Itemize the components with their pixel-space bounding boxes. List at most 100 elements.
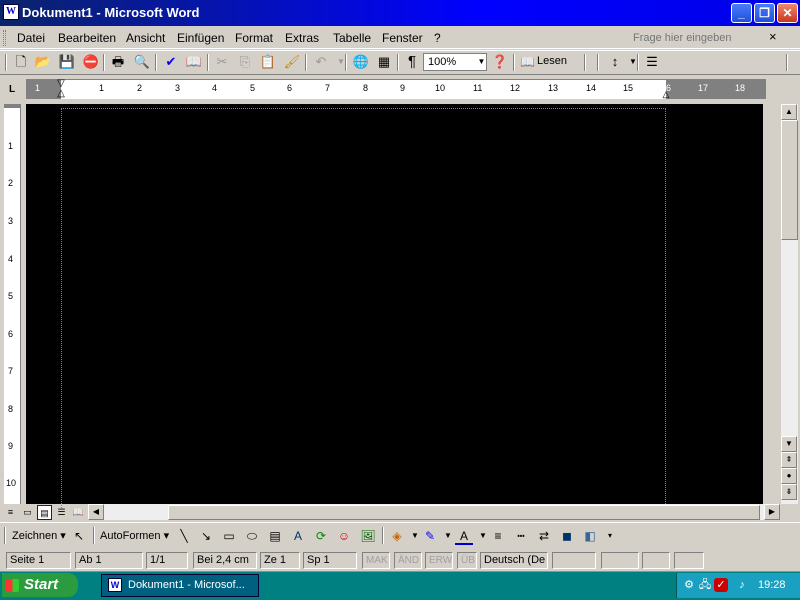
cut-icon[interactable]: ✂: [213, 53, 231, 71]
oval-icon[interactable]: ⬭: [243, 527, 261, 545]
rectangle-icon[interactable]: ▭: [220, 527, 238, 545]
toolbar-grip[interactable]: [786, 54, 788, 71]
status-spelling[interactable]: [552, 552, 596, 569]
fill-color-icon[interactable]: ◈: [388, 527, 406, 545]
vruler-number: 3: [8, 216, 14, 226]
diagram-icon[interactable]: ⟳: [312, 527, 330, 545]
indent-marker[interactable]: ▽ △: [55, 79, 67, 101]
help-search-input[interactable]: [633, 30, 763, 46]
undo-icon[interactable]: ↶: [312, 53, 330, 71]
clipart-icon[interactable]: ☺: [335, 527, 353, 545]
status-line[interactable]: Ze 1: [260, 552, 300, 569]
taskbar-clock[interactable]: 19:28: [758, 578, 786, 592]
reading-view-icon[interactable]: 📖: [71, 505, 86, 520]
close-window-button[interactable]: ✕: [777, 3, 798, 23]
tab-selector[interactable]: L: [9, 84, 15, 95]
horizontal-scroll-thumb[interactable]: [168, 505, 760, 520]
status-extend[interactable]: ERW: [425, 552, 453, 569]
next-page-icon[interactable]: ⇟: [781, 484, 797, 500]
print-icon[interactable]: 🖶: [109, 53, 127, 71]
undo-dropdown-icon[interactable]: ▼: [332, 53, 350, 71]
permission-icon[interactable]: ⛔: [82, 53, 100, 71]
scroll-down-icon[interactable]: ▼: [781, 436, 797, 452]
tray-antivirus-icon[interactable]: ✓: [714, 578, 728, 592]
numbering-icon[interactable]: ☰: [643, 53, 661, 71]
open-icon[interactable]: 📂: [34, 53, 52, 71]
menu-bearbeiten[interactable]: Bearbeiten: [58, 31, 116, 45]
copy-icon[interactable]: ⎘: [236, 53, 254, 71]
close-document-button[interactable]: ×: [769, 30, 777, 44]
hyperlink-icon[interactable]: 🌐: [352, 53, 370, 71]
print-preview-icon[interactable]: 🔍: [133, 53, 151, 71]
insert-picture-icon[interactable]: 🖼: [359, 527, 377, 545]
line-icon[interactable]: ╲: [175, 527, 193, 545]
menu-help[interactable]: ?: [434, 31, 441, 45]
scroll-right-icon[interactable]: ▶: [764, 504, 780, 520]
scroll-up-icon[interactable]: ▲: [781, 104, 797, 120]
status-column[interactable]: Sp 1: [303, 552, 357, 569]
toolbar-grip[interactable]: [5, 54, 7, 71]
minimize-button[interactable]: _: [731, 3, 752, 23]
new-icon[interactable]: 🗋: [12, 53, 30, 71]
toolbar-grip[interactable]: [4, 527, 6, 544]
previous-page-icon[interactable]: ⇞: [781, 452, 797, 468]
menu-einfuegen[interactable]: Einfügen: [177, 31, 224, 45]
help-icon[interactable]: ❓: [491, 53, 509, 71]
line-spacing-dropdown-icon[interactable]: ▼: [624, 53, 642, 71]
menu-extras[interactable]: Extras: [285, 31, 319, 45]
status-page[interactable]: Seite 1: [6, 552, 71, 569]
toolbar-grip[interactable]: [584, 54, 586, 71]
line-color-icon[interactable]: ✎: [421, 527, 439, 545]
status-section[interactable]: Ab 1: [75, 552, 143, 569]
scroll-left-icon[interactable]: ◀: [88, 504, 104, 520]
tray-settings-icon[interactable]: ⚙: [682, 578, 696, 592]
vertical-scroll-thumb[interactable]: [781, 120, 798, 240]
menu-grip-handle[interactable]: [3, 30, 6, 46]
menu-format[interactable]: Format: [235, 31, 273, 45]
status-page-count[interactable]: 1/1: [146, 552, 188, 569]
status-overtype[interactable]: ÜB: [457, 552, 477, 569]
arrow-style-icon[interactable]: ⇄: [535, 527, 553, 545]
menu-fenster[interactable]: Fenster: [382, 31, 423, 45]
outline-view-icon[interactable]: ☰: [54, 505, 69, 520]
restore-button[interactable]: ❐: [754, 3, 775, 23]
status-position[interactable]: Bei 2,4 cm: [193, 552, 257, 569]
autoshapes-menu-button[interactable]: AutoFormen ▾: [100, 530, 169, 542]
toolbar-options-icon[interactable]: ▾: [601, 527, 619, 545]
tray-volume-icon[interactable]: ♪: [735, 578, 749, 592]
menu-datei[interactable]: Datei: [17, 31, 45, 45]
draw-menu-button[interactable]: Zeichnen ▾: [12, 530, 66, 542]
show-formatting-icon[interactable]: ¶: [403, 53, 421, 71]
research-icon[interactable]: 📖: [185, 53, 203, 71]
print-layout-view-icon[interactable]: ▤: [37, 505, 52, 520]
taskbar-word-button[interactable]: Dokument1 - Microsof...: [101, 574, 259, 597]
status-record-macro[interactable]: MAK: [362, 552, 390, 569]
arrow-icon[interactable]: ↘: [197, 527, 215, 545]
menu-tabelle[interactable]: Tabelle: [333, 31, 371, 45]
status-language[interactable]: Deutsch (De: [480, 552, 548, 569]
font-color-icon[interactable]: A: [455, 527, 473, 545]
shadow-style-icon[interactable]: ◼: [558, 527, 576, 545]
text-box-icon[interactable]: ▤: [266, 527, 284, 545]
select-objects-icon[interactable]: ↖: [70, 527, 88, 545]
format-painter-icon[interactable]: 🖌: [283, 53, 301, 71]
word-app-icon[interactable]: W: [3, 4, 19, 20]
dash-style-icon[interactable]: ┅: [512, 527, 530, 545]
table-icon[interactable]: ▦: [375, 53, 393, 71]
status-track-changes[interactable]: ÄND: [394, 552, 422, 569]
paste-icon[interactable]: 📋: [259, 53, 277, 71]
toolbar-grip[interactable]: [597, 54, 599, 71]
menu-ansicht[interactable]: Ansicht: [126, 31, 165, 45]
line-style-icon[interactable]: ≡: [489, 527, 507, 545]
normal-view-icon[interactable]: ≡: [3, 505, 18, 520]
save-icon[interactable]: 💾: [58, 53, 76, 71]
3d-style-icon[interactable]: ◧: [581, 527, 599, 545]
tray-network-icon[interactable]: 🖧: [698, 578, 712, 592]
read-button[interactable]: Lesen: [537, 53, 567, 70]
zoom-dropdown-icon[interactable]: ▼: [476, 53, 487, 71]
web-view-icon[interactable]: ▭: [20, 505, 35, 520]
wordart-icon[interactable]: A: [289, 527, 307, 545]
browse-object-icon[interactable]: ●: [781, 468, 797, 484]
line-spacing-icon[interactable]: ↕: [606, 53, 624, 71]
spelling-icon[interactable]: ✔: [162, 53, 180, 71]
